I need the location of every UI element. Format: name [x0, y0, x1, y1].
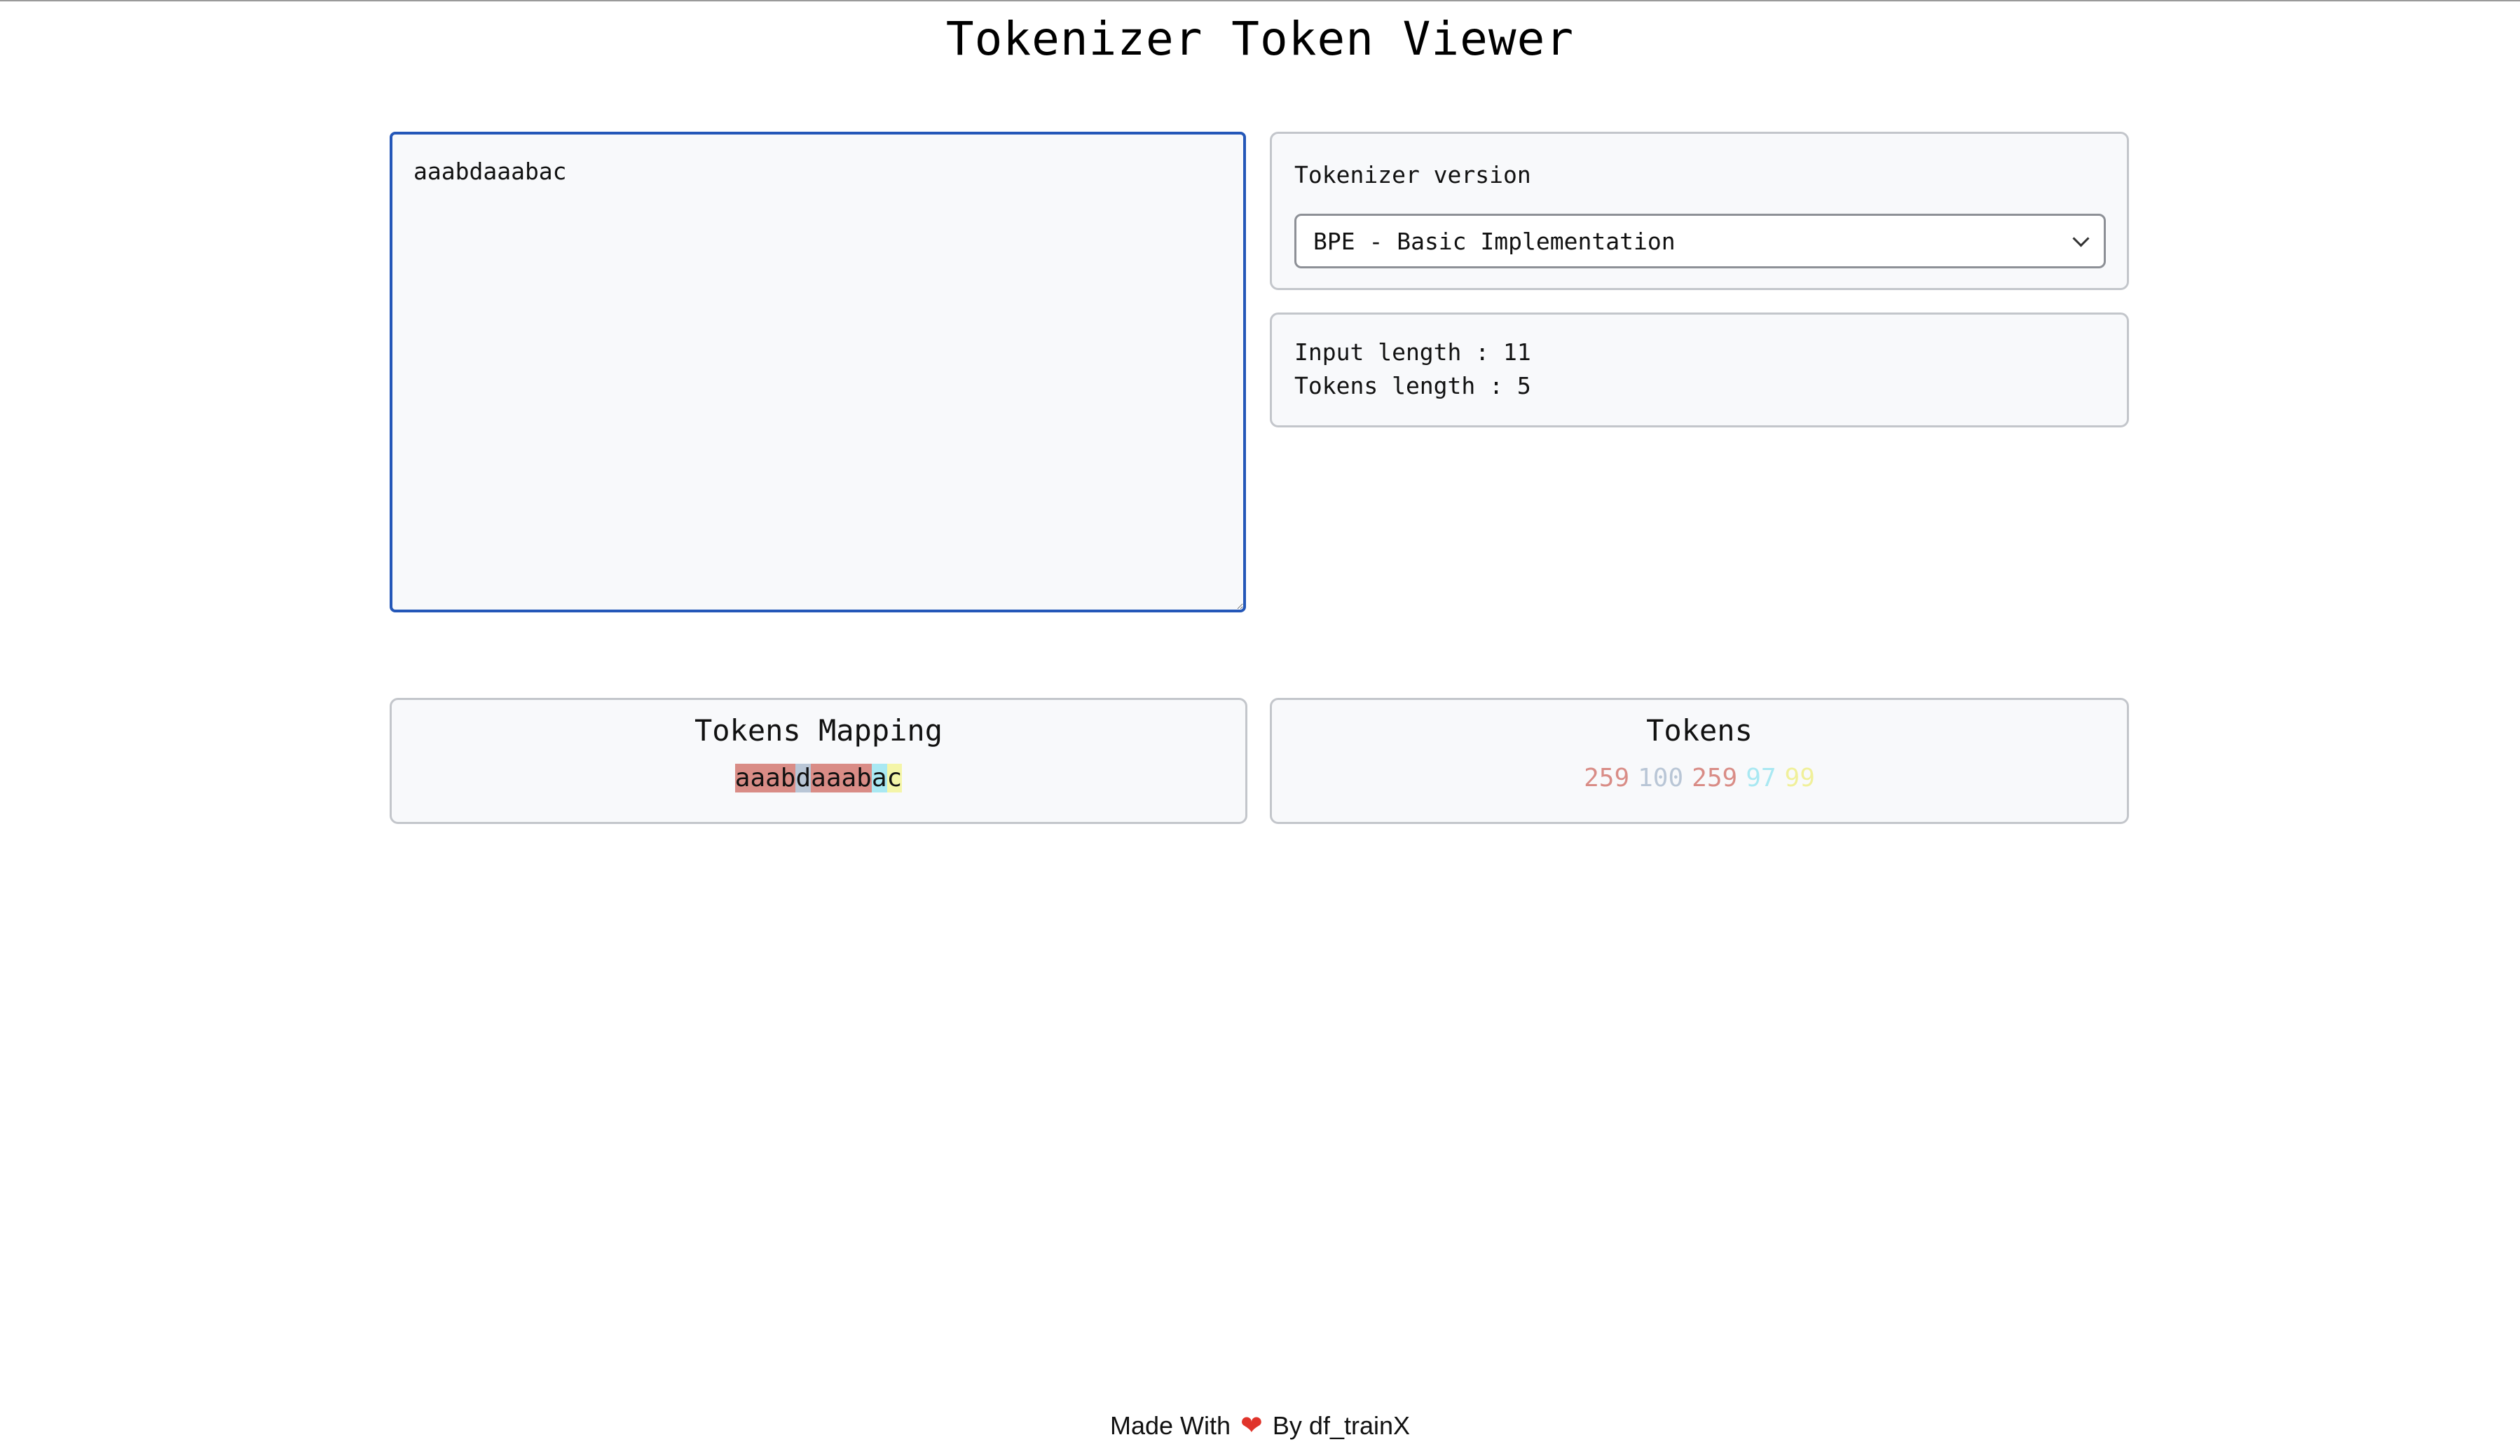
- tokens-row: 259 100 259 97 99: [1272, 763, 2127, 794]
- footer-made-with: Made With: [1109, 1411, 1231, 1440]
- tokens-title: Tokens: [1646, 713, 1753, 748]
- tokens-mapping-title: Tokens Mapping: [694, 713, 943, 748]
- token-id: 100: [1638, 764, 1684, 792]
- page-title: Tokenizer Token Viewer: [945, 12, 1575, 66]
- token-id: 97: [1746, 764, 1776, 792]
- tokens-panel: Tokens 259 100 259 97 99: [1270, 698, 2129, 824]
- tokens-mapping-panel: Tokens Mapping aaabdaaabac: [390, 698, 1247, 824]
- heart-icon: ❤: [1240, 1410, 1263, 1441]
- mapping-segment: a: [871, 764, 887, 792]
- mapping-segment: aaab: [811, 764, 872, 792]
- tokenizer-version-label: Tokenizer version: [1294, 161, 1531, 188]
- footer: Made With ❤ By df_trainX: [0, 1410, 2520, 1441]
- input-length-text: Input length : 11: [1294, 338, 1531, 366]
- tokenizer-version-selected: BPE - Basic Implementation: [1313, 227, 1676, 255]
- mapping-segment: c: [886, 764, 903, 792]
- tokens-mapping-row: aaabdaaabac: [392, 763, 1245, 794]
- text-input[interactable]: aaabdaaabac: [390, 132, 1246, 612]
- footer-by: By df_trainX: [1272, 1411, 1411, 1440]
- chevron-down-icon: [2072, 229, 2090, 247]
- token-id: 259: [1692, 764, 1738, 792]
- mapping-segment: aaab: [734, 764, 796, 792]
- token-id: 259: [1584, 764, 1630, 792]
- mapping-segment: d: [795, 764, 812, 792]
- token-id: 99: [1784, 764, 1815, 792]
- tokenizer-version-select[interactable]: BPE - Basic Implementation: [1294, 214, 2106, 268]
- stats-panel: Input length : 11 Tokens length : 5: [1270, 313, 2129, 427]
- tokens-length-text: Tokens length : 5: [1294, 372, 1531, 399]
- tokenizer-version-panel: Tokenizer version BPE - Basic Implementa…: [1270, 132, 2129, 290]
